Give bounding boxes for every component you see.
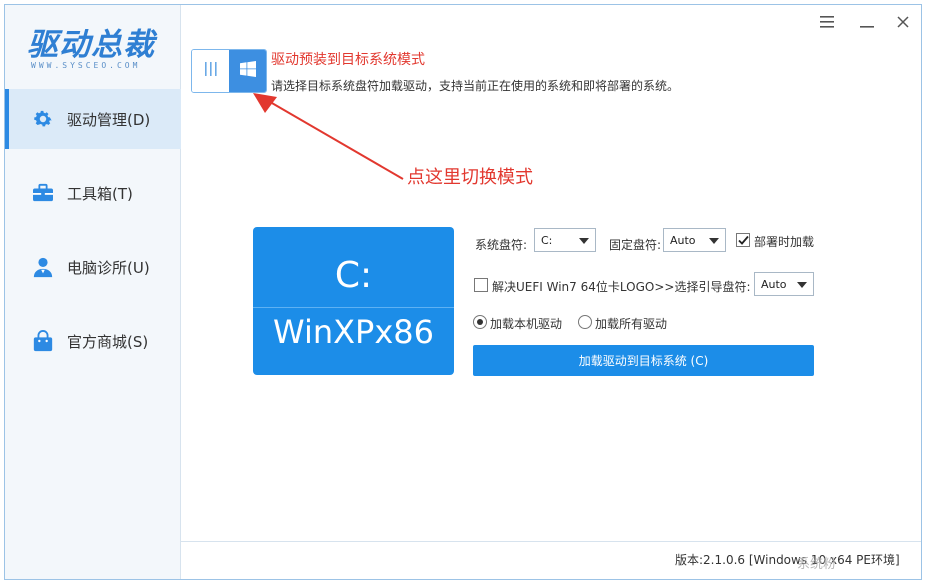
system-drive-label: 系统盘符:: [475, 238, 528, 252]
load-local-drivers-label: 加载本机驱动: [490, 317, 563, 331]
annotation-hint: 点这里切换模式: [407, 167, 533, 188]
deploy-load-label: 部署时加载: [754, 235, 815, 249]
gear-icon: [31, 107, 55, 131]
target-system-card: C: WinXPx86: [253, 227, 454, 375]
uefi-fix-checkbox[interactable]: [474, 278, 488, 292]
sidebar-item-label: 官方商城(S): [67, 332, 149, 351]
watermark-logo: 系统粉: [797, 557, 837, 572]
sidebar-item-label: 电脑诊所(U): [67, 258, 150, 277]
mode-right-button[interactable]: [229, 50, 266, 92]
logo-subtitle: WWW.SYSCEO.COM: [31, 61, 141, 70]
sidebar-item-pc-clinic[interactable]: 电脑诊所(U): [5, 237, 181, 297]
mode-toggle[interactable]: [191, 49, 267, 93]
chevron-down-icon: [797, 282, 807, 288]
doctor-icon: [31, 255, 55, 279]
fixed-drive-value: Auto: [670, 233, 696, 247]
sidebar-item-toolbox[interactable]: 工具箱(T): [5, 163, 181, 223]
mode-title: 驱动预装到目标系统模式: [271, 52, 425, 68]
uefi-fix-label: 解决UEFI Win7 64位卡LOGO>>选择引导盘符:: [492, 280, 751, 294]
load-all-drivers-label: 加载所有驱动: [595, 317, 668, 331]
card-drive-letter: C:: [334, 255, 373, 296]
minimize-button[interactable]: [855, 11, 879, 33]
fixed-drive-label: 固定盘符:: [609, 238, 662, 252]
card-os-name: WinXPx86: [273, 313, 434, 351]
sidebar-item-driver-management[interactable]: 驱动管理(D): [5, 89, 181, 149]
deploy-load-checkbox[interactable]: [736, 233, 750, 247]
chevron-down-icon: [709, 238, 719, 244]
boot-drive-value: Auto: [761, 277, 787, 291]
system-drive-select[interactable]: C:: [534, 228, 596, 252]
windows-icon: [239, 61, 256, 81]
close-icon: [897, 13, 909, 32]
card-divider: [253, 307, 454, 308]
chevron-down-icon: [579, 238, 589, 244]
annotation-arrow-icon: [253, 93, 404, 180]
app-logo: 驱动总裁 WWW.SYSCEO.COM: [17, 19, 167, 79]
load-all-drivers-radio[interactable]: [578, 315, 592, 329]
footer-divider: [181, 541, 921, 542]
radio-dot: [477, 319, 483, 325]
load-local-drivers-radio[interactable]: [473, 315, 487, 329]
bars-icon: [204, 61, 218, 81]
sidebar: 驱动总裁 WWW.SYSCEO.COM 驱动管理(D) 工具箱(T) 电脑诊所(…: [5, 5, 181, 579]
logo-text: 驱动总裁: [27, 27, 155, 63]
menu-icon: [820, 13, 834, 32]
version-text: 版本:2.1.0.6 [Windows 10 x64 PE环境]: [675, 553, 900, 567]
boot-drive-select[interactable]: Auto: [754, 272, 814, 296]
toolbox-icon: [31, 181, 55, 205]
minimize-icon: [860, 13, 874, 32]
sidebar-item-label: 驱动管理(D): [67, 110, 151, 129]
sidebar-item-official-store[interactable]: 官方商城(S): [5, 311, 181, 371]
load-drivers-button[interactable]: 加载驱动到目标系统 (C): [473, 345, 814, 376]
app-window: 驱动总裁 WWW.SYSCEO.COM 驱动管理(D) 工具箱(T) 电脑诊所(…: [4, 4, 922, 580]
sidebar-item-label: 工具箱(T): [67, 184, 133, 203]
menu-button[interactable]: [815, 11, 839, 33]
checkmark-icon: [737, 231, 749, 250]
mode-left-button[interactable]: [192, 50, 229, 92]
system-drive-value: C:: [541, 233, 553, 247]
shopping-bag-icon: [31, 329, 55, 353]
close-button[interactable]: [891, 11, 915, 33]
fixed-drive-select[interactable]: Auto: [663, 228, 726, 252]
